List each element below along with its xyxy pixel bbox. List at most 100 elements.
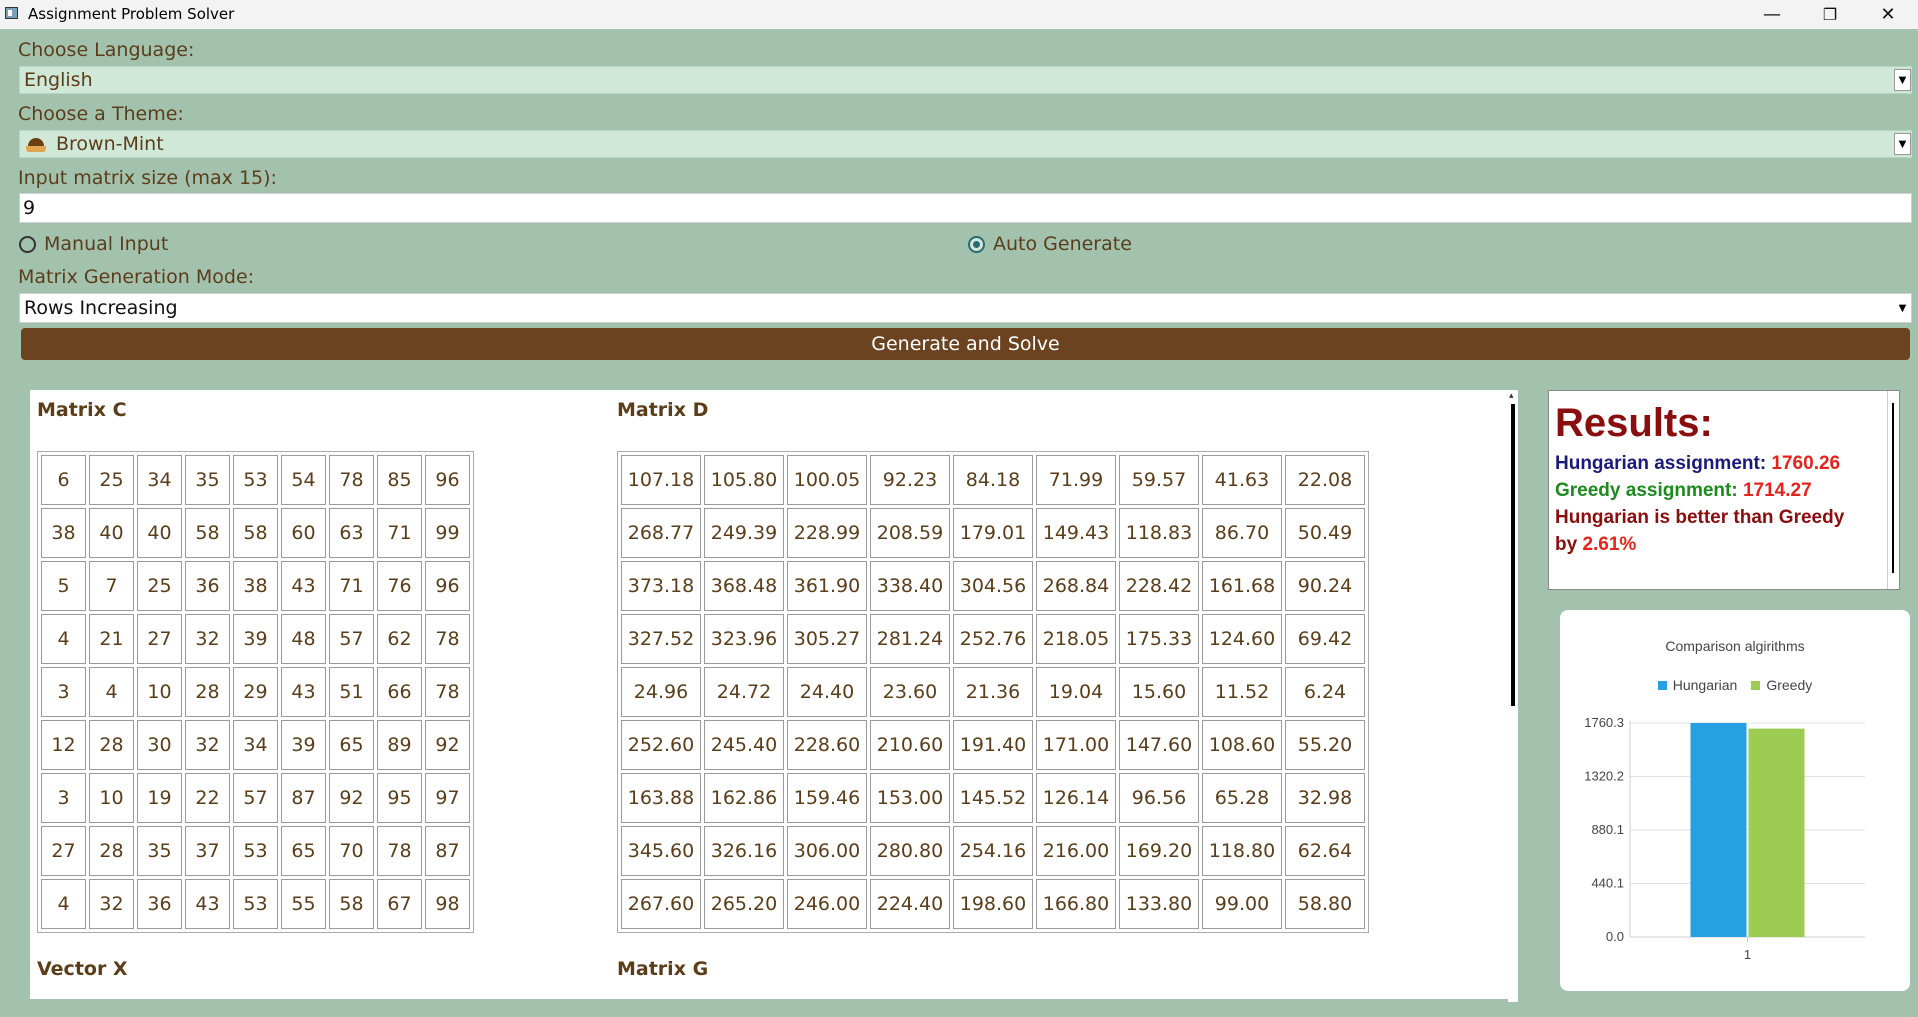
- comparison-chart-card: Comparison algirithms Hungarian Greedy 1…: [1560, 610, 1910, 991]
- matrix-cell: 41.63: [1202, 455, 1282, 505]
- hungarian-result: Hungarian assignment: 1760.26: [1555, 453, 1840, 475]
- matrix-cell: 69.42: [1285, 614, 1365, 664]
- mode-label: Matrix Generation Mode:: [18, 266, 255, 288]
- results-scrollbar[interactable]: [1887, 391, 1899, 589]
- radio-checked-icon[interactable]: [968, 235, 985, 253]
- matrix-cell: 171.00: [1036, 720, 1116, 770]
- language-select[interactable]: English ▼: [19, 66, 1912, 94]
- matrix-cell: 96: [425, 455, 470, 505]
- generation-mode-select[interactable]: Rows Increasing ▼: [19, 293, 1912, 323]
- matrix-cell: 78: [377, 826, 422, 876]
- chevron-down-icon[interactable]: ▼: [1894, 297, 1911, 319]
- matrix-cell: 25: [89, 455, 134, 505]
- radio-auto-label: Auto Generate: [993, 233, 1132, 255]
- matrix-c-row: 27 28 35 37 53 65 70 78 87: [41, 826, 470, 876]
- matrix-cell: 62: [377, 614, 422, 664]
- matrix-cell: 28: [89, 826, 134, 876]
- matrix-cell: 57: [233, 773, 278, 823]
- matrix-cell: 60: [281, 508, 326, 558]
- matrix-cell: 19: [137, 773, 182, 823]
- matrix-cell: 208.59: [870, 508, 950, 558]
- matrix-cell: 252.76: [953, 614, 1033, 664]
- matrix-cell: 216.00: [1036, 826, 1116, 876]
- matrix-d-row: 268.77 249.39 228.99 208.59 179.01 149.43 118.…: [621, 508, 1365, 558]
- matrix-cell: 179.01: [953, 508, 1033, 558]
- minimize-button[interactable]: —: [1749, 0, 1795, 29]
- matrix-cell: 10: [89, 773, 134, 823]
- matrix-cell: 5: [41, 561, 86, 611]
- radio-auto-generate[interactable]: Auto Generate: [968, 233, 1132, 255]
- matrix-cell: 345.60: [621, 826, 701, 876]
- matrix-d-row: 252.60 245.40 228.60 210.60 191.40 171.00 147.…: [621, 720, 1365, 770]
- matrix-cell: 32: [185, 614, 230, 664]
- matrix-cell: 304.56: [953, 561, 1033, 611]
- matrix-cell: 191.40: [953, 720, 1033, 770]
- matrix-cell: 245.40: [704, 720, 784, 770]
- matrix-cell: 22: [185, 773, 230, 823]
- title-bar: Assignment Problem Solver — ❐ ✕: [0, 0, 1918, 29]
- matrices-panel[interactable]: Matrix C Matrix D 6 25 34 35 53 54 78 85 96 38 40 4…: [30, 390, 1518, 1002]
- results-panel: Results: Hungarian assignment: 1760.26 G…: [1548, 390, 1900, 590]
- matrix-cell: 55: [281, 879, 326, 929]
- chevron-down-icon[interactable]: ▼: [1894, 133, 1911, 155]
- matrix-cell: 43: [185, 879, 230, 929]
- scrollbar-thumb[interactable]: [1892, 403, 1894, 573]
- radio-unchecked-icon[interactable]: [19, 235, 36, 253]
- close-button[interactable]: ✕: [1865, 0, 1911, 29]
- matrix-cell: 7: [89, 561, 134, 611]
- chevron-down-icon[interactable]: ▼: [1894, 69, 1911, 91]
- matrix-cell: 24.72: [704, 667, 784, 717]
- matrix-cell: 21: [89, 614, 134, 664]
- matrix-cell: 71: [377, 508, 422, 558]
- comparison-text: Hungarian is better than Greedy: [1555, 507, 1845, 528]
- matrix-cell: 169.20: [1119, 826, 1199, 876]
- radio-manual-label: Manual Input: [44, 233, 169, 255]
- matrix-cell: 78: [329, 455, 374, 505]
- theme-select[interactable]: Brown-Mint ▼: [19, 130, 1912, 158]
- restore-button[interactable]: ❐: [1807, 0, 1853, 29]
- generate-and-solve-button[interactable]: Generate and Solve: [21, 328, 1910, 360]
- matrix-cell: 149.43: [1036, 508, 1116, 558]
- matrix-d-title: Matrix D: [617, 399, 709, 421]
- matrix-cell: 327.52: [621, 614, 701, 664]
- matrix-cell: 87: [281, 773, 326, 823]
- y-tick-label: 0.0: [1606, 929, 1624, 944]
- vector-x-title: Vector X: [37, 958, 128, 980]
- matrix-cell: 118.80: [1202, 826, 1282, 876]
- matrix-cell: 267.60: [621, 879, 701, 929]
- greedy-value: 1714.27: [1742, 480, 1812, 501]
- matrix-d-row: 24.96 24.72 24.40 23.60 21.36 19.04 15.60 11.52…: [621, 667, 1365, 717]
- matrix-cell: 67: [377, 879, 422, 929]
- matrix-cell: 70: [329, 826, 374, 876]
- matrix-cell: 57: [329, 614, 374, 664]
- matrix-cell: 30: [137, 720, 182, 770]
- matrix-cell: 246.00: [787, 879, 867, 929]
- matrix-cell: 133.80: [1119, 879, 1199, 929]
- matrix-cell: 55.20: [1285, 720, 1365, 770]
- radio-manual-input[interactable]: Manual Input: [19, 233, 168, 255]
- matrix-cell: 361.90: [787, 561, 867, 611]
- matrix-cell: 100.05: [787, 455, 867, 505]
- matrix-cell: 228.99: [787, 508, 867, 558]
- matrix-cell: 43: [281, 667, 326, 717]
- horizontal-scrollbar[interactable]: [30, 999, 1508, 1002]
- bar-chart: 1760.3 1320.2 880.1 440.1 0.0 1: [1584, 715, 1865, 962]
- scrollbar-thumb[interactable]: [1511, 404, 1515, 706]
- matrix-cell: 145.52: [953, 773, 1033, 823]
- scroll-up-icon[interactable]: ▴: [1509, 391, 1514, 401]
- matrix-cell: 35: [137, 826, 182, 876]
- matrix-cell: 306.00: [787, 826, 867, 876]
- matrix-cell: 96: [425, 561, 470, 611]
- matrix-cell: 24.40: [787, 667, 867, 717]
- matrix-cell: 12: [41, 720, 86, 770]
- mode-value: Rows Increasing: [24, 297, 178, 319]
- matrix-cell: 58: [233, 508, 278, 558]
- matrix-cell: 90.24: [1285, 561, 1365, 611]
- matrix-cell: 51: [329, 667, 374, 717]
- vertical-scrollbar[interactable]: ▴: [1508, 390, 1518, 1002]
- matrix-cell: 96.56: [1119, 773, 1199, 823]
- matrix-size-input[interactable]: [19, 193, 1912, 223]
- matrix-d-row: 107.18 105.80 100.05 92.23 84.18 71.99 59.57 41…: [621, 455, 1365, 505]
- percent-value: 2.61%: [1582, 534, 1637, 555]
- matrix-cell: 87: [425, 826, 470, 876]
